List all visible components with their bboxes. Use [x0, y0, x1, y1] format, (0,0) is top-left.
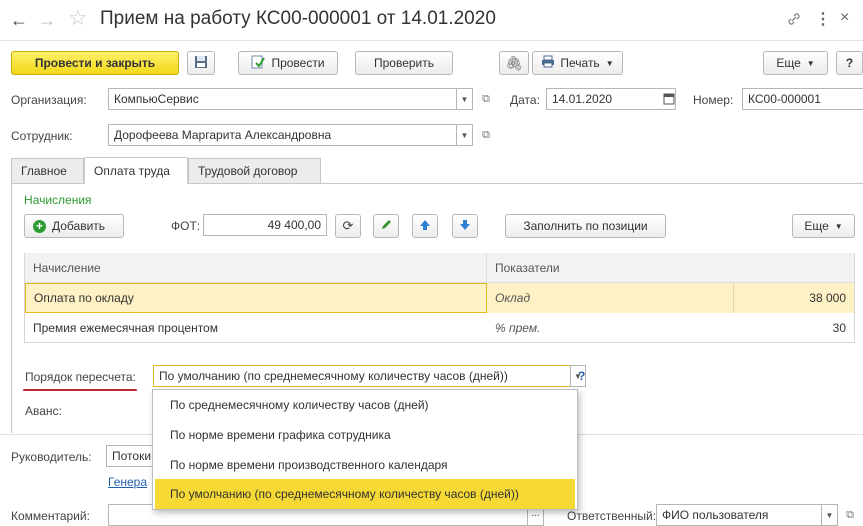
date-label: Дата:	[510, 93, 540, 107]
column-header-indicators[interactable]: Показатели	[487, 253, 854, 283]
org-open-icon[interactable]: ⧉	[479, 88, 493, 110]
printer-icon	[541, 55, 555, 71]
chevron-down-icon: ▼	[605, 58, 614, 68]
check-button[interactable]: Проверить	[355, 51, 453, 75]
recalc-label: Порядок пересчета:	[25, 370, 136, 384]
recalc-option[interactable]: По среднемесячному количеству часов (дне…	[153, 390, 576, 420]
responsible-field[interactable]: ФИО пользователя	[656, 504, 822, 526]
print-button-label: Печать	[560, 56, 600, 70]
window-title: Прием на работу КС00-000001 от 14.01.202…	[100, 8, 496, 29]
more-menu-icon[interactable]: ⋮	[815, 9, 831, 29]
close-icon[interactable]: ×	[840, 9, 849, 27]
table-cell-indicator[interactable]: % прем.	[487, 313, 733, 343]
chevron-down-icon: ▼	[834, 221, 843, 231]
chevron-down-icon: ▼	[825, 510, 834, 520]
save-icon	[194, 55, 208, 72]
recalc-label-underline	[23, 389, 137, 391]
recalc-help-link[interactable]: ?	[578, 369, 585, 383]
calendar-icon[interactable]	[663, 91, 675, 108]
table-cell-value[interactable]: 30	[733, 313, 854, 343]
employee-field[interactable]: Дорофеева Маргарита Александровна	[108, 124, 457, 146]
accruals-more-label: Еще	[804, 219, 829, 233]
responsible-open-icon[interactable]: ⧉	[843, 504, 857, 526]
comment-label: Комментарий:	[11, 509, 90, 523]
org-label: Организация:	[11, 93, 87, 107]
link-icon[interactable]	[786, 11, 802, 31]
chevron-down-icon: ▼	[460, 130, 469, 140]
table-cell-accrual-name[interactable]: Оплата по окладу	[25, 283, 487, 313]
post-button-label: Провести	[271, 56, 325, 70]
back-arrow-icon[interactable]: ←	[10, 10, 30, 30]
post-button[interactable]: Провести	[238, 51, 338, 75]
more-button[interactable]: Еще ▼	[763, 51, 828, 75]
table-cell-accrual-name[interactable]: Премия ежемесячная процентом	[25, 313, 487, 343]
manager-label: Руководитель:	[11, 450, 92, 464]
post-and-close-button[interactable]: Провести и закрыть	[11, 51, 179, 75]
tab-main[interactable]: Главное	[11, 158, 84, 183]
add-accrual-button[interactable]: + Добавить	[24, 214, 124, 238]
favorite-star-icon[interactable]: ☆	[68, 6, 90, 30]
table-cell-value[interactable]: 38 000	[733, 283, 854, 313]
help-button[interactable]: ?	[836, 51, 863, 75]
pencil-icon	[380, 219, 392, 234]
fot-field: 49 400,00	[203, 214, 327, 236]
refresh-icon: ⟳	[342, 218, 354, 233]
recalculate-button[interactable]: ⟳	[335, 214, 361, 238]
save-button[interactable]	[187, 51, 215, 75]
org-dropdown-button[interactable]: ▼	[457, 88, 473, 110]
advance-label: Аванс:	[25, 404, 62, 418]
forward-arrow-icon[interactable]: →	[38, 10, 58, 30]
generate-link[interactable]: Генера	[108, 475, 147, 489]
responsible-label: Ответственный:	[567, 509, 657, 523]
accruals-more-button[interactable]: Еще ▼	[792, 214, 855, 238]
accruals-section-title: Начисления	[24, 193, 92, 207]
move-down-button[interactable]	[452, 214, 478, 238]
employee-label: Сотрудник:	[11, 129, 73, 143]
arrow-up-icon	[419, 219, 431, 234]
attach-button[interactable]: 🖇	[499, 51, 529, 75]
recalc-select[interactable]: По умолчанию (по среднемесячному количес…	[153, 365, 571, 387]
date-field[interactable]: 14.01.2020	[546, 88, 676, 110]
tab-payroll[interactable]: Оплата труда	[84, 157, 188, 184]
recalc-option[interactable]: По норме времени графика сотрудника	[153, 420, 576, 450]
move-up-button[interactable]	[412, 214, 438, 238]
number-label: Номер:	[693, 93, 734, 107]
post-icon	[251, 55, 266, 72]
chevron-down-icon: ▼	[460, 94, 469, 104]
column-header-accrual[interactable]: Начисление	[25, 253, 487, 283]
employee-dropdown-button[interactable]: ▼	[457, 124, 473, 146]
fill-by-position-button[interactable]: Заполнить по позиции	[505, 214, 666, 238]
print-button[interactable]: Печать ▼	[532, 51, 623, 75]
employee-open-icon[interactable]: ⧉	[479, 124, 493, 146]
edit-button[interactable]	[373, 214, 399, 238]
paperclip-icon: 🖇	[505, 54, 523, 71]
add-icon: +	[33, 219, 46, 233]
recalc-option-selected[interactable]: По умолчанию (по среднемесячному количес…	[155, 479, 575, 509]
org-field[interactable]: КомпьюСервис	[108, 88, 457, 110]
more-button-label: Еще	[776, 56, 801, 70]
add-accrual-label: Добавить	[52, 219, 106, 233]
table-cell-indicator[interactable]: Оклад	[487, 283, 733, 313]
fot-label: ФОТ:	[171, 219, 201, 233]
chevron-down-icon: ▼	[806, 58, 815, 68]
number-field[interactable]: КС00-000001	[742, 88, 863, 110]
responsible-dropdown-button[interactable]: ▼	[822, 504, 838, 526]
recalc-option[interactable]: По норме времени производственного кален…	[153, 450, 576, 480]
arrow-down-icon	[459, 219, 471, 234]
tab-employment-contract[interactable]: Трудовой договор	[188, 158, 321, 183]
